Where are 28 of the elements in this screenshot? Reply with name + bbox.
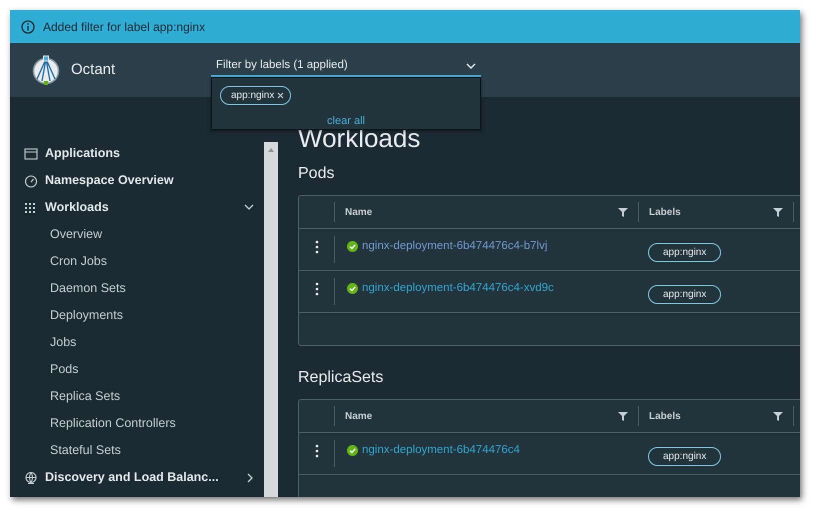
resource-link[interactable]: nginx-deployment-6b474476c4-xvd9c bbox=[362, 280, 554, 304]
sidebar-subitem[interactable]: Jobs bbox=[10, 329, 264, 356]
sidebar-item[interactable]: Workloads bbox=[10, 194, 264, 221]
sidebar-subitem[interactable]: Replication Controllers bbox=[10, 410, 264, 437]
sidebar-subitem[interactable]: Stateful Sets bbox=[10, 437, 264, 464]
column-header: Labels bbox=[649, 206, 681, 220]
sidebar-item[interactable]: Namespace Overview bbox=[10, 167, 264, 194]
column-header: Name bbox=[345, 206, 372, 220]
column-header: Name bbox=[345, 410, 372, 424]
resource-link[interactable]: nginx-deployment-6b474476c4-b7lvj bbox=[362, 238, 548, 262]
label-tag: app:nginx bbox=[648, 243, 722, 262]
sidebar-subitem[interactable]: Pods bbox=[10, 356, 264, 383]
sidebar-subitem[interactable]: Overview bbox=[10, 221, 264, 248]
sidebar-subitem[interactable]: Cron Jobs bbox=[10, 248, 264, 275]
label-tag: app:nginx bbox=[648, 285, 722, 304]
sidebar-subitem[interactable]: Replica Sets bbox=[10, 383, 264, 410]
sidebar-subitem[interactable]: Deployments bbox=[10, 302, 264, 329]
label-tag: app:nginx bbox=[648, 447, 722, 466]
resource-link[interactable]: nginx-deployment-6b474476c4 bbox=[362, 442, 520, 466]
banner-message: Added filter for label app:nginx bbox=[43, 18, 206, 36]
section-title: Pods bbox=[298, 166, 336, 182]
column-header: Labels bbox=[649, 410, 681, 424]
sidebar-item[interactable]: Discovery and Load Balanc... bbox=[10, 464, 264, 491]
sidebar-subitem[interactable]: Daemon Sets bbox=[10, 275, 264, 302]
sidebar-item[interactable]: Applications bbox=[10, 140, 264, 167]
section-title: ReplicaSets bbox=[298, 370, 384, 386]
app-name: Octant bbox=[71, 60, 116, 80]
filter-chip[interactable]: app:nginx bbox=[220, 86, 292, 105]
